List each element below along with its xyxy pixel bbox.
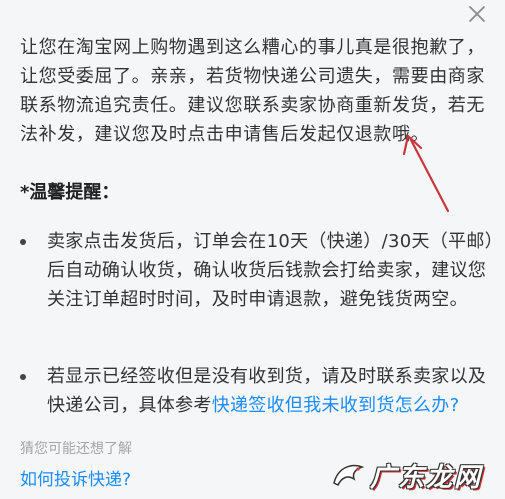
list-item-text: 若显示已经签收但是没有收到货，请及时联系卖家以及快递公司，具体参考快递签收但我未… xyxy=(47,362,497,420)
bullet-dot-icon xyxy=(20,374,26,380)
close-icon[interactable] xyxy=(465,2,489,26)
related-label: 猜您可能还想了解 xyxy=(20,441,132,457)
dragon-logo-icon xyxy=(333,464,365,487)
list-item: 若显示已经签收但是没有收到货，请及时联系卖家以及快递公司，具体参考快递签收但我未… xyxy=(20,362,492,422)
list-item: 卖家点击发货后，订单会在10天（快递）/30天（平邮）后自动确认收货，确认收货后… xyxy=(20,227,494,347)
close-button[interactable] xyxy=(465,2,489,26)
answer-card: 让您在淘宝网上购物遇到这么糟心的事儿真是很抱歉了，让您受委屈了。亲亲，若货物快递… xyxy=(0,0,505,499)
answer-paragraph: 让您在淘宝网上购物遇到这么糟心的事儿真是很抱歉了，让您受委屈了。亲亲，若货物快递… xyxy=(20,37,485,145)
tips-title: *温馨提醒： xyxy=(20,182,120,203)
help-link[interactable]: 快递签收但我未收到货怎么办? xyxy=(212,395,460,416)
list-item-text: 卖家点击发货后，订单会在10天（快递）/30天（平邮）后自动确认收货，确认收货后… xyxy=(47,231,494,310)
watermark-text: 广东龙网 xyxy=(370,463,483,493)
related-question-link[interactable]: 如何投诉快递? xyxy=(20,467,131,493)
bullet-dot-icon xyxy=(20,239,26,245)
watermark: 广东龙网 xyxy=(330,457,495,493)
